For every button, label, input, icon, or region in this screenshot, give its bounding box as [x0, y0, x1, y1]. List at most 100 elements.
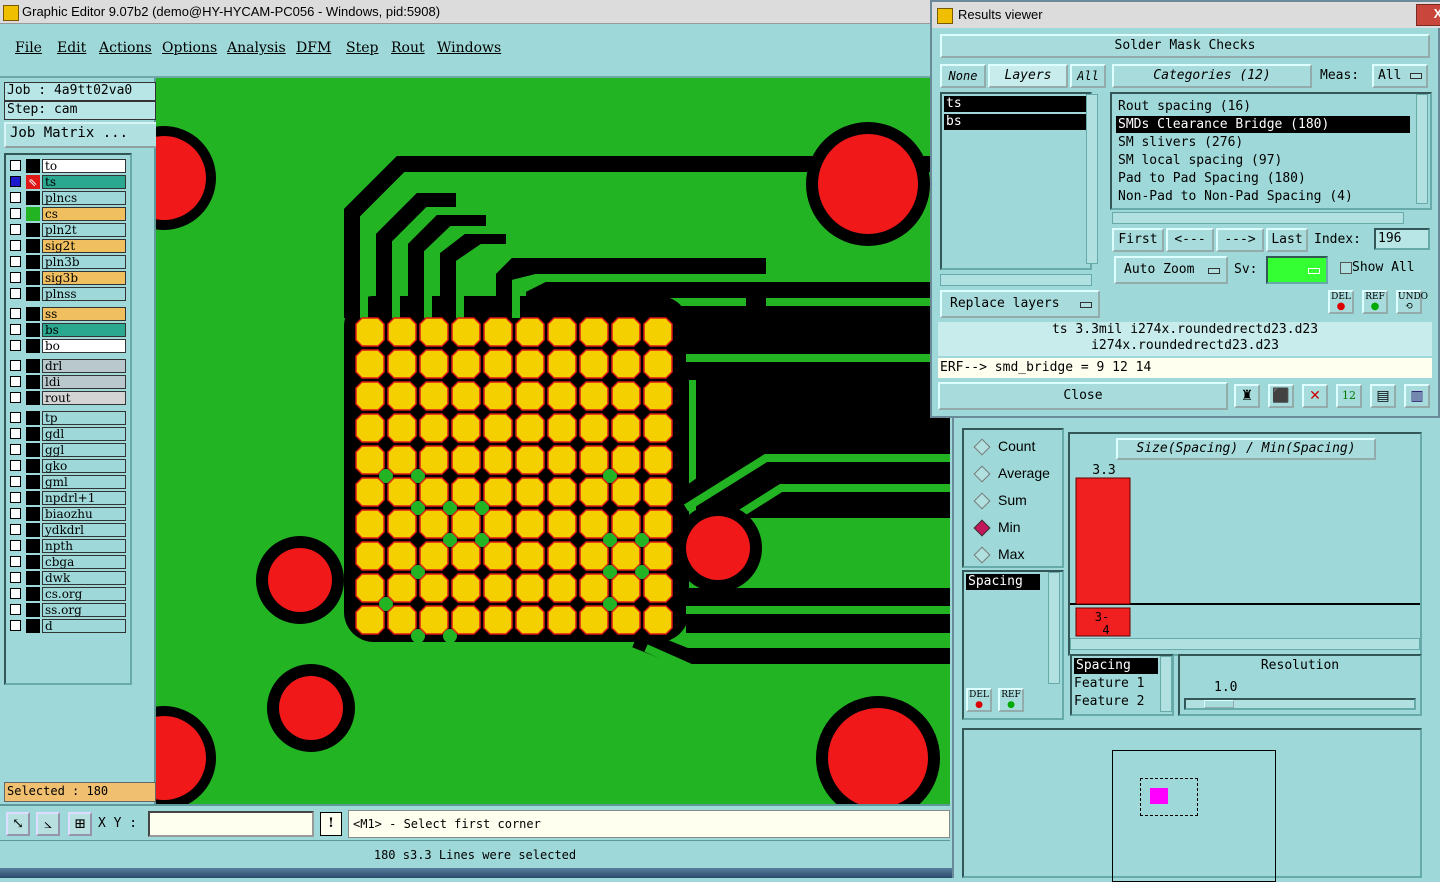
bga-pad[interactable]	[451, 573, 481, 603]
layer-name[interactable]: cs	[42, 207, 126, 221]
bga-pad[interactable]	[547, 509, 577, 539]
result-layer-item[interactable]: bs	[944, 114, 1086, 130]
bga-pad[interactable]	[451, 445, 481, 475]
layer-color-swatch[interactable]	[26, 491, 40, 505]
bga-pad[interactable]	[547, 541, 577, 571]
bga-pad[interactable]	[515, 509, 545, 539]
layer-checkbox[interactable]	[10, 240, 21, 251]
bga-pad[interactable]	[515, 317, 545, 347]
report-button[interactable]: ▤	[1370, 384, 1396, 408]
undo-button[interactable]: UNDO ⟲	[1396, 290, 1428, 314]
bga-pad[interactable]	[451, 349, 481, 379]
highlight-button[interactable]: ♜	[1234, 384, 1260, 408]
bga-pad[interactable]	[419, 445, 449, 475]
category-item[interactable]: SM slivers (276)	[1116, 134, 1410, 151]
layer-name[interactable]: npth	[42, 539, 126, 553]
menu-analysis[interactable]: Analysis	[227, 40, 286, 56]
bga-pad[interactable]	[643, 509, 673, 539]
bga-pad[interactable]	[387, 605, 417, 635]
menu-file[interactable]: File	[15, 40, 42, 56]
layer-checkbox[interactable]	[10, 428, 21, 439]
layer-color-swatch[interactable]	[26, 523, 40, 537]
bga-pad[interactable]	[387, 573, 417, 603]
feature-item[interactable]: Spacing	[1074, 658, 1158, 674]
histogram-bar[interactable]	[1075, 477, 1131, 605]
filter-all-button[interactable]: All	[1070, 64, 1106, 88]
layer-checkbox[interactable]	[10, 492, 21, 503]
layer-checkbox[interactable]	[10, 412, 21, 423]
mode-count-radio[interactable]: Count	[973, 438, 1035, 458]
bga-pad[interactable]	[611, 509, 641, 539]
layer-checkbox[interactable]	[10, 460, 21, 471]
bga-pad[interactable]	[483, 509, 513, 539]
layer-checkbox[interactable]	[10, 392, 21, 403]
layer-checkbox[interactable]	[10, 620, 21, 631]
layer-checkbox[interactable]	[10, 360, 21, 371]
category-item[interactable]: SM local spacing (97)	[1116, 152, 1410, 169]
bga-pad[interactable]	[451, 317, 481, 347]
bga-pad[interactable]	[643, 349, 673, 379]
layer-name[interactable]: sig2t	[42, 239, 126, 253]
layer-name[interactable]: rout	[42, 391, 126, 405]
feature-item[interactable]: Feature 2	[1074, 694, 1144, 710]
menu-actions[interactable]: Actions	[99, 40, 152, 56]
bga-pad[interactable]	[387, 413, 417, 443]
category-item[interactable]: Non-Pad to Non-Pad Spacing (4)	[1116, 188, 1410, 205]
layer-checkbox[interactable]	[10, 256, 21, 267]
close-window-button[interactable]: X	[1416, 4, 1440, 26]
bga-pad[interactable]	[355, 573, 385, 603]
bga-pad[interactable]	[451, 413, 481, 443]
category-item[interactable]: Rout spacing (16)	[1116, 98, 1410, 115]
layer-name[interactable]: d	[42, 619, 126, 633]
layer-color-swatch[interactable]	[26, 207, 40, 221]
layer-row-npdrl-1[interactable]: npdrl+1	[8, 491, 126, 505]
bga-pad[interactable]	[451, 541, 481, 571]
bga-pad[interactable]	[355, 413, 385, 443]
number-button[interactable]: 12	[1336, 384, 1362, 408]
first-button[interactable]: First	[1112, 228, 1164, 252]
bga-pad[interactable]	[355, 605, 385, 635]
layer-checkbox[interactable]	[10, 604, 21, 615]
layer-color-swatch[interactable]	[26, 555, 40, 569]
del-button[interactable]: DEL ●	[1328, 290, 1354, 314]
export-button[interactable]: ⬛	[1268, 384, 1294, 408]
bga-pad[interactable]	[387, 317, 417, 347]
layer-color-swatch[interactable]	[26, 427, 40, 441]
layer-row-tp[interactable]: tp	[8, 411, 126, 425]
show-all-checkbox[interactable]	[1340, 262, 1352, 274]
previous-button[interactable]: <---	[1166, 228, 1214, 252]
layer-row-plnss[interactable]: plnss	[8, 287, 126, 301]
bga-pad[interactable]	[611, 413, 641, 443]
bga-pad[interactable]	[643, 541, 673, 571]
bga-pad[interactable]	[419, 541, 449, 571]
histogram-hscrollbar[interactable]	[1070, 638, 1420, 650]
measure-button[interactable]: ⦣	[36, 812, 60, 836]
bga-pad[interactable]	[547, 477, 577, 507]
bga-pad[interactable]	[419, 605, 449, 635]
bga-pad[interactable]	[643, 605, 673, 635]
bga-pad[interactable]	[611, 317, 641, 347]
bga-pad[interactable]	[611, 445, 641, 475]
layer-name[interactable]: plncs	[42, 191, 126, 205]
layer-color-swatch[interactable]	[26, 603, 40, 617]
bga-pad[interactable]	[515, 413, 545, 443]
warning-button[interactable]: !	[320, 812, 342, 836]
job-matrix-button[interactable]: Job Matrix ...	[4, 122, 158, 148]
layer-checkbox[interactable]	[10, 340, 21, 351]
layer-checkbox[interactable]	[10, 476, 21, 487]
bga-pad[interactable]	[451, 605, 481, 635]
bga-pad[interactable]	[483, 349, 513, 379]
bga-pad[interactable]	[515, 573, 545, 603]
layer-color-swatch[interactable]	[26, 375, 40, 389]
layer-row-ydkdrl[interactable]: ydkdrl	[8, 523, 126, 537]
layer-name[interactable]: bo	[42, 339, 126, 353]
layer-color-swatch[interactable]	[26, 443, 40, 457]
layer-row-plncs[interactable]: plncs	[8, 191, 126, 205]
bga-pad[interactable]	[419, 349, 449, 379]
attribute-scrollbar[interactable]	[1048, 572, 1060, 684]
layer-row-sig3b[interactable]: sig3b	[8, 271, 126, 285]
layer-color-swatch[interactable]	[26, 239, 40, 253]
layer-color-swatch[interactable]	[26, 255, 40, 269]
layer-row-drl[interactable]: drl	[8, 359, 126, 373]
layer-name[interactable]: cbga	[42, 555, 126, 569]
